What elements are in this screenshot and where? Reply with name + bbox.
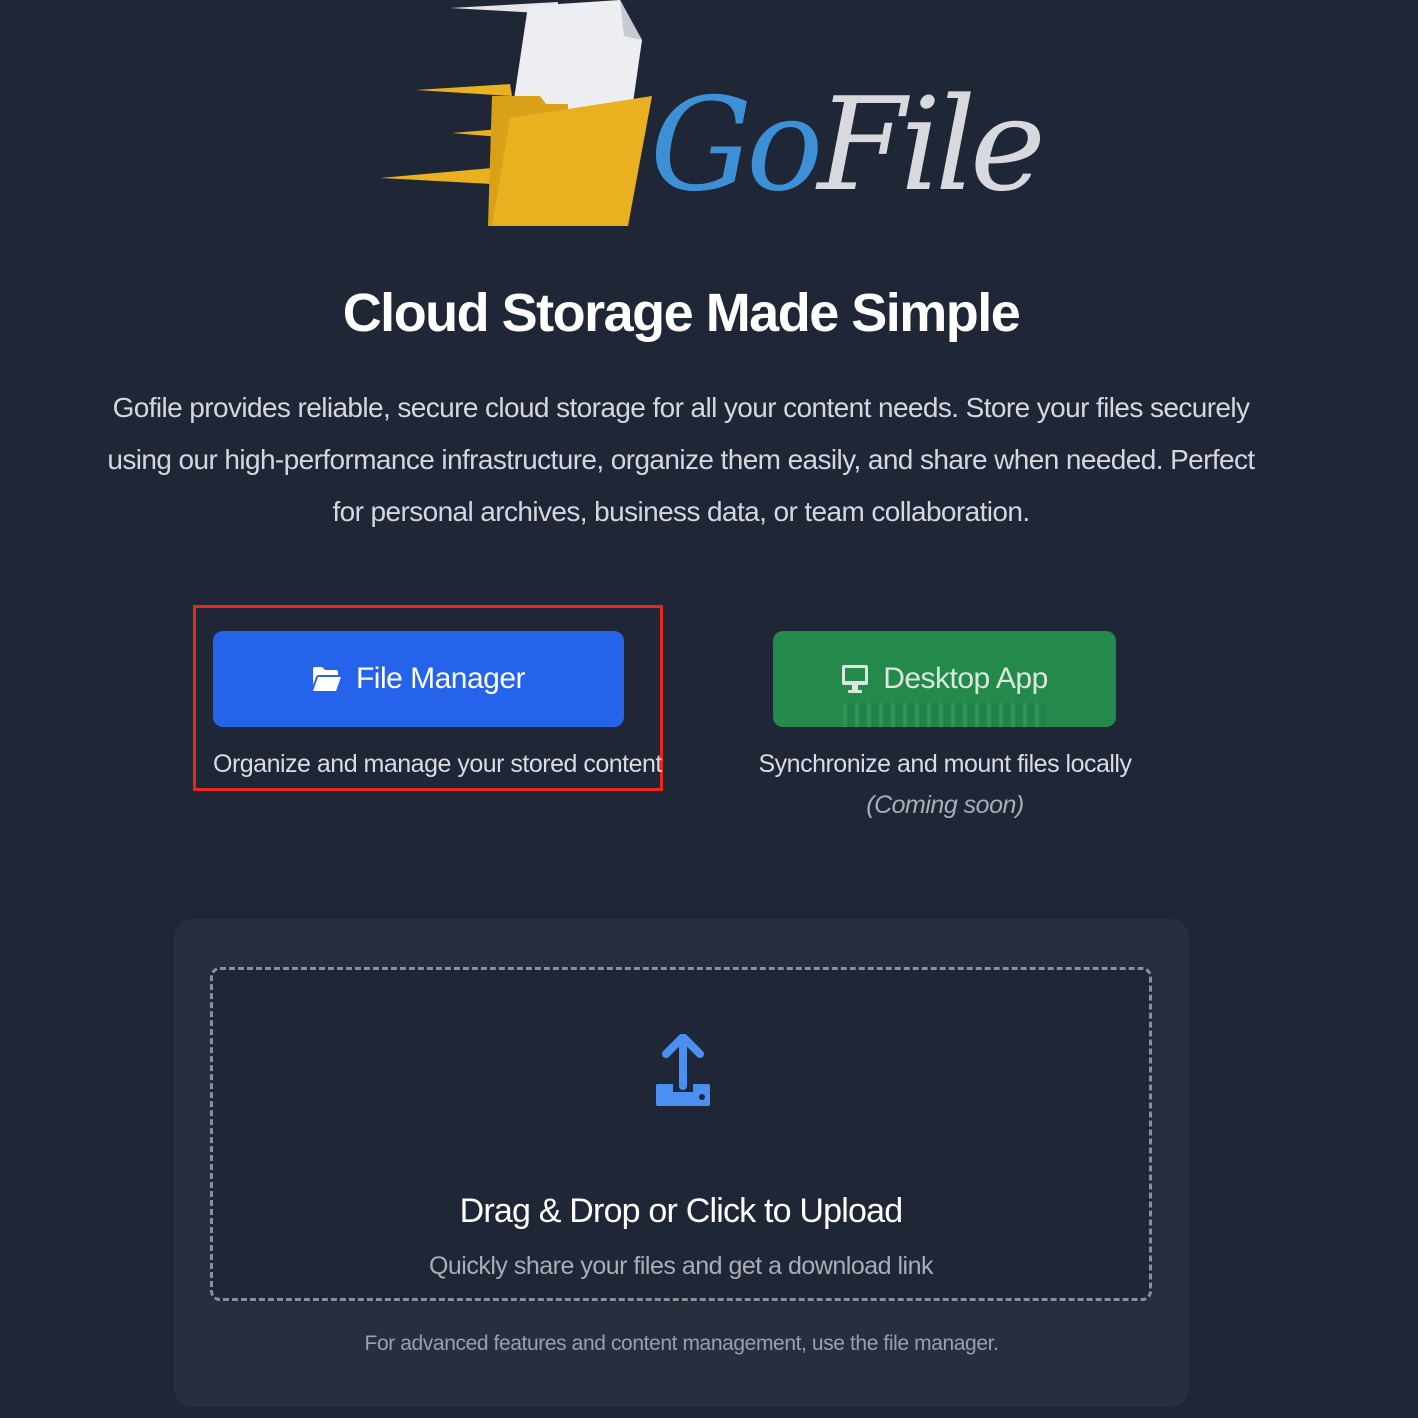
upload-panel: Drag & Drop or Click to Upload Quickly s…: [174, 919, 1189, 1407]
desktop-app-caption: Synchronize and mount files locally: [758, 750, 1132, 778]
file-manager-label: File Manager: [355, 662, 526, 695]
upload-dropzone[interactable]: Drag & Drop or Click to Upload Quickly s…: [210, 967, 1152, 1301]
file-manager-caption: Organize and manage your stored content: [213, 750, 662, 778]
upload-title: Drag & Drop or Click to Upload: [459, 1192, 904, 1230]
logo-word-go: Go: [650, 71, 823, 220]
gofile-logo: GoFile: [380, 0, 1046, 232]
upload-icon: [654, 1033, 712, 1115]
coming-soon-note: (Coming soon): [866, 791, 1024, 819]
desktop-app-label: Desktop App: [883, 662, 1048, 695]
upload-subtitle: Quickly share your files and get a downl…: [428, 1252, 934, 1280]
logo-word-file: File: [817, 71, 1045, 220]
logo-wordmark: GoFile: [650, 82, 1046, 210]
upload-footnote: For advanced features and content manage…: [364, 1332, 999, 1355]
page-headline: Cloud Storage Made Simple: [342, 283, 1021, 343]
file-manager-button[interactable]: File Manager: [213, 631, 624, 727]
desktop-app-button[interactable]: Desktop App: [773, 631, 1116, 727]
desktop-icon: [841, 664, 869, 694]
intro-description: Gofile provides reliable, secure cloud s…: [107, 392, 1255, 527]
folder-open-icon: [312, 666, 342, 692]
